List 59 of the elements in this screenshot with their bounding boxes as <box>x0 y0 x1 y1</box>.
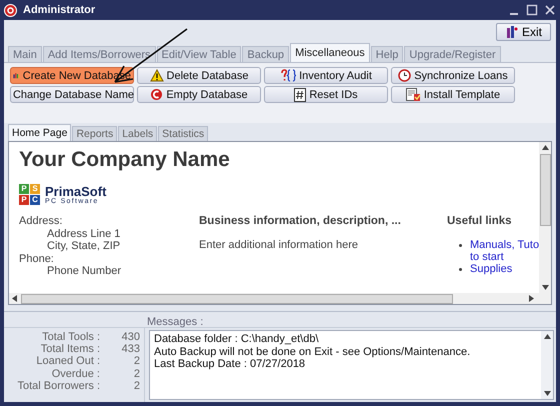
tab[interactable]: Statistics <box>158 126 208 141</box>
message-line: Last Backup Date : 07/27/2018 <box>154 358 306 370</box>
clock-icon <box>398 69 412 82</box>
action-button[interactable]: Inventory Audit <box>264 67 388 84</box>
phone-label: Phone: <box>19 252 55 265</box>
section-heading: Useful links <box>447 215 513 227</box>
stat-value: 430 <box>120 331 140 344</box>
exit-icon <box>504 25 519 39</box>
company-name: Your Company Name <box>19 148 231 172</box>
info-text: Enter additional information here <box>199 239 359 251</box>
hash-icon <box>294 88 306 102</box>
stat-value: 2 <box>132 368 140 380</box>
tab[interactable]: Home Page <box>8 124 72 141</box>
stat-value: 2 <box>132 355 140 368</box>
link[interactable]: Supplies <box>470 263 512 275</box>
warning-icon <box>150 69 164 82</box>
stat-label: Total Tools : <box>41 331 100 344</box>
maximize-icon[interactable] <box>526 4 538 16</box>
message-line: Database folder : C:\handy_et\db\ <box>154 333 320 346</box>
stat-label: Loaned Out : <box>35 355 100 368</box>
address-label: Address: <box>19 215 64 228</box>
stat-value: 2 <box>132 380 140 392</box>
address-line: Address Line 1 <box>46 228 122 240</box>
message-line: Auto Backup will not be done on Exit - see Options/Maintenance. <box>154 346 472 358</box>
scroll-down-icon[interactable] <box>542 285 548 290</box>
tab[interactable]: Labels <box>118 126 158 141</box>
app-icon <box>4 4 17 16</box>
scroll-left-icon[interactable] <box>12 295 17 302</box>
action-button[interactable]: Install Template <box>391 86 515 103</box>
link[interactable]: Manuals, Tuto to start <box>470 239 539 263</box>
action-button[interactable]: Change Database Name <box>10 86 134 103</box>
question-braces-icon <box>280 69 296 82</box>
vertical-scrollbar[interactable] <box>541 331 553 399</box>
horizontal-scrollbar[interactable] <box>9 293 551 304</box>
messages-label: Messages : <box>147 316 204 328</box>
phone-number: Phone Number <box>46 265 122 278</box>
section-heading: Business information, description, ... <box>199 215 402 227</box>
address-line: City, State, ZIP <box>46 240 122 252</box>
scroll-right-icon[interactable] <box>529 295 534 302</box>
vertical-scrollbar[interactable] <box>539 142 551 293</box>
action-button[interactable]: Delete Database <box>137 67 261 84</box>
scroll-up-icon[interactable] <box>544 334 550 339</box>
action-button[interactable]: Empty Database <box>137 86 261 103</box>
stat-label: Total Items : <box>40 343 100 356</box>
tab[interactable]: Miscellaneous <box>290 43 370 62</box>
close-icon[interactable] <box>544 4 556 16</box>
stat-label: Total Borrowers : <box>16 380 100 392</box>
stat-label: Overdue : <box>50 368 100 380</box>
window-title: Administrator <box>23 4 96 16</box>
bullet-icon <box>459 268 462 271</box>
scroll-down-icon[interactable] <box>544 391 550 396</box>
scroll-up-icon[interactable] <box>542 145 548 150</box>
tab[interactable]: Reports <box>72 126 118 141</box>
stat-value: 433 <box>120 343 140 356</box>
document-check-icon <box>406 88 421 102</box>
bullet-icon <box>459 244 462 247</box>
exit-button[interactable]: Exit <box>496 23 551 41</box>
action-button[interactable]: Synchronize Loans <box>391 67 515 84</box>
action-button[interactable]: Reset IDs <box>264 86 388 103</box>
